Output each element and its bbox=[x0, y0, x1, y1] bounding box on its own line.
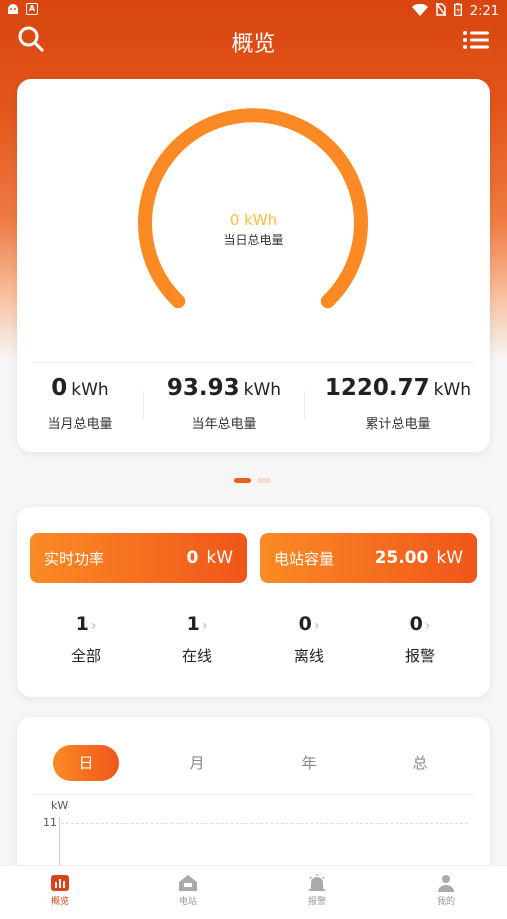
chevron-right-icon: › bbox=[313, 618, 320, 634]
count-value: 1 bbox=[75, 613, 89, 635]
daily-energy-gauge bbox=[138, 108, 368, 309]
battery-icon bbox=[453, 3, 462, 20]
tab-month[interactable]: 月 bbox=[164, 745, 230, 781]
stat-unit: kWh bbox=[243, 380, 282, 400]
count-value: 0 bbox=[409, 613, 423, 635]
nav-label: 概览 bbox=[50, 897, 69, 907]
count-alarm[interactable]: 0 › 报警 bbox=[375, 613, 465, 666]
tab-day[interactable]: 日 bbox=[53, 745, 119, 781]
nav-label: 电站 bbox=[178, 897, 197, 907]
stat-value: 1220.77 bbox=[324, 375, 430, 401]
nav-label: 我的 bbox=[436, 897, 455, 907]
stat-value: 93.93 bbox=[166, 375, 240, 401]
notification-a-icon: A bbox=[26, 3, 38, 15]
status-right: 2:21 bbox=[411, 2, 499, 20]
alarm-icon bbox=[309, 874, 325, 891]
carousel-indicator[interactable] bbox=[234, 478, 271, 483]
overview-page: A 2:21 概览 0 kWh 当日总电量 0 kWh 当月总电量 93.93 … bbox=[0, 0, 507, 919]
power-status-card: 实时功率 0 kW 电站容量 25.00 kW 1 › 全部 1 › 在线 0 › 离线 … bbox=[17, 507, 490, 697]
nav-overview[interactable]: 概览 bbox=[30, 874, 90, 907]
chevron-right-icon: › bbox=[90, 618, 97, 634]
stat-separator bbox=[143, 391, 144, 419]
stat-year: 93.93 kWh 当年总电量 bbox=[157, 375, 291, 432]
gauge-label: 当日总电量 bbox=[223, 233, 284, 247]
chart-y-axis-label: kW bbox=[51, 799, 69, 812]
station-capacity-pill[interactable]: 电站容量 25.00 kW bbox=[260, 533, 477, 583]
count-label: 在线 bbox=[181, 647, 212, 665]
count-all[interactable]: 1 › 全部 bbox=[41, 613, 131, 666]
energy-summary-card[interactable]: 0 kWh 当日总电量 0 kWh 当月总电量 93.93 kWh 当年总电量 12… bbox=[17, 79, 490, 452]
nav-label: 报警 bbox=[307, 897, 326, 907]
carousel-dot[interactable] bbox=[257, 478, 271, 483]
chevron-right-icon: › bbox=[201, 618, 208, 634]
user-icon bbox=[438, 875, 454, 892]
gauge-value: 0 kWh bbox=[229, 211, 278, 229]
realtime-power-value: 0 kW bbox=[186, 548, 234, 568]
count-label: 报警 bbox=[404, 647, 435, 665]
gauge-track bbox=[138, 108, 368, 309]
count-online[interactable]: 1 › 在线 bbox=[152, 613, 242, 666]
list-icon bbox=[463, 31, 489, 49]
status-bar: A 2:21 bbox=[0, 0, 507, 22]
chart-divider bbox=[33, 794, 474, 795]
nav-mine[interactable]: 我的 bbox=[416, 874, 476, 907]
stat-month: 0 kWh 当月总电量 bbox=[25, 375, 135, 432]
android-robot-icon bbox=[6, 3, 20, 19]
station-capacity-label: 电站容量 bbox=[274, 549, 335, 568]
status-time: 2:21 bbox=[469, 4, 499, 19]
no-sim-icon bbox=[435, 2, 447, 20]
app-header: 概览 bbox=[0, 22, 507, 62]
count-offline[interactable]: 0 › 离线 bbox=[264, 613, 354, 666]
chart-y-tick: 11 bbox=[43, 816, 57, 829]
stat-label: 累计总电量 bbox=[365, 417, 431, 432]
chevron-right-icon: › bbox=[424, 618, 431, 634]
wifi-icon bbox=[411, 3, 428, 20]
station-capacity-value: 25.00 kW bbox=[374, 548, 463, 568]
count-value: 1 bbox=[186, 613, 200, 635]
carousel-dot-active[interactable] bbox=[234, 478, 251, 483]
status-left: A bbox=[6, 3, 38, 19]
count-label: 全部 bbox=[70, 647, 101, 665]
stat-value: 0 bbox=[51, 375, 68, 401]
nav-station[interactable]: 电站 bbox=[158, 874, 218, 907]
stat-label: 当月总电量 bbox=[47, 417, 113, 432]
nav-alarm[interactable]: 报警 bbox=[287, 874, 347, 907]
house-icon bbox=[179, 875, 197, 891]
tab-year[interactable]: 年 bbox=[276, 745, 342, 781]
bar-chart-icon bbox=[51, 875, 69, 891]
list-menu-button[interactable] bbox=[461, 26, 491, 54]
realtime-power-label: 实时功率 bbox=[44, 549, 105, 568]
stat-unit: kWh bbox=[71, 380, 109, 400]
count-value: 0 bbox=[298, 613, 312, 635]
page-title: 概览 bbox=[231, 32, 276, 57]
stat-total: 1220.77 kWh 累计总电量 bbox=[317, 375, 479, 432]
tab-total[interactable]: 总 bbox=[387, 745, 453, 781]
stats-divider bbox=[33, 362, 474, 363]
count-label: 离线 bbox=[293, 647, 324, 665]
realtime-power-pill[interactable]: 实时功率 0 kW bbox=[30, 533, 247, 583]
bottom-navigation: 概览 电站 报警 我的 bbox=[0, 865, 507, 919]
stat-separator bbox=[304, 391, 305, 419]
stat-unit: kWh bbox=[433, 380, 472, 400]
stat-label: 当年总电量 bbox=[191, 417, 257, 432]
chart-gridline bbox=[61, 823, 468, 824]
